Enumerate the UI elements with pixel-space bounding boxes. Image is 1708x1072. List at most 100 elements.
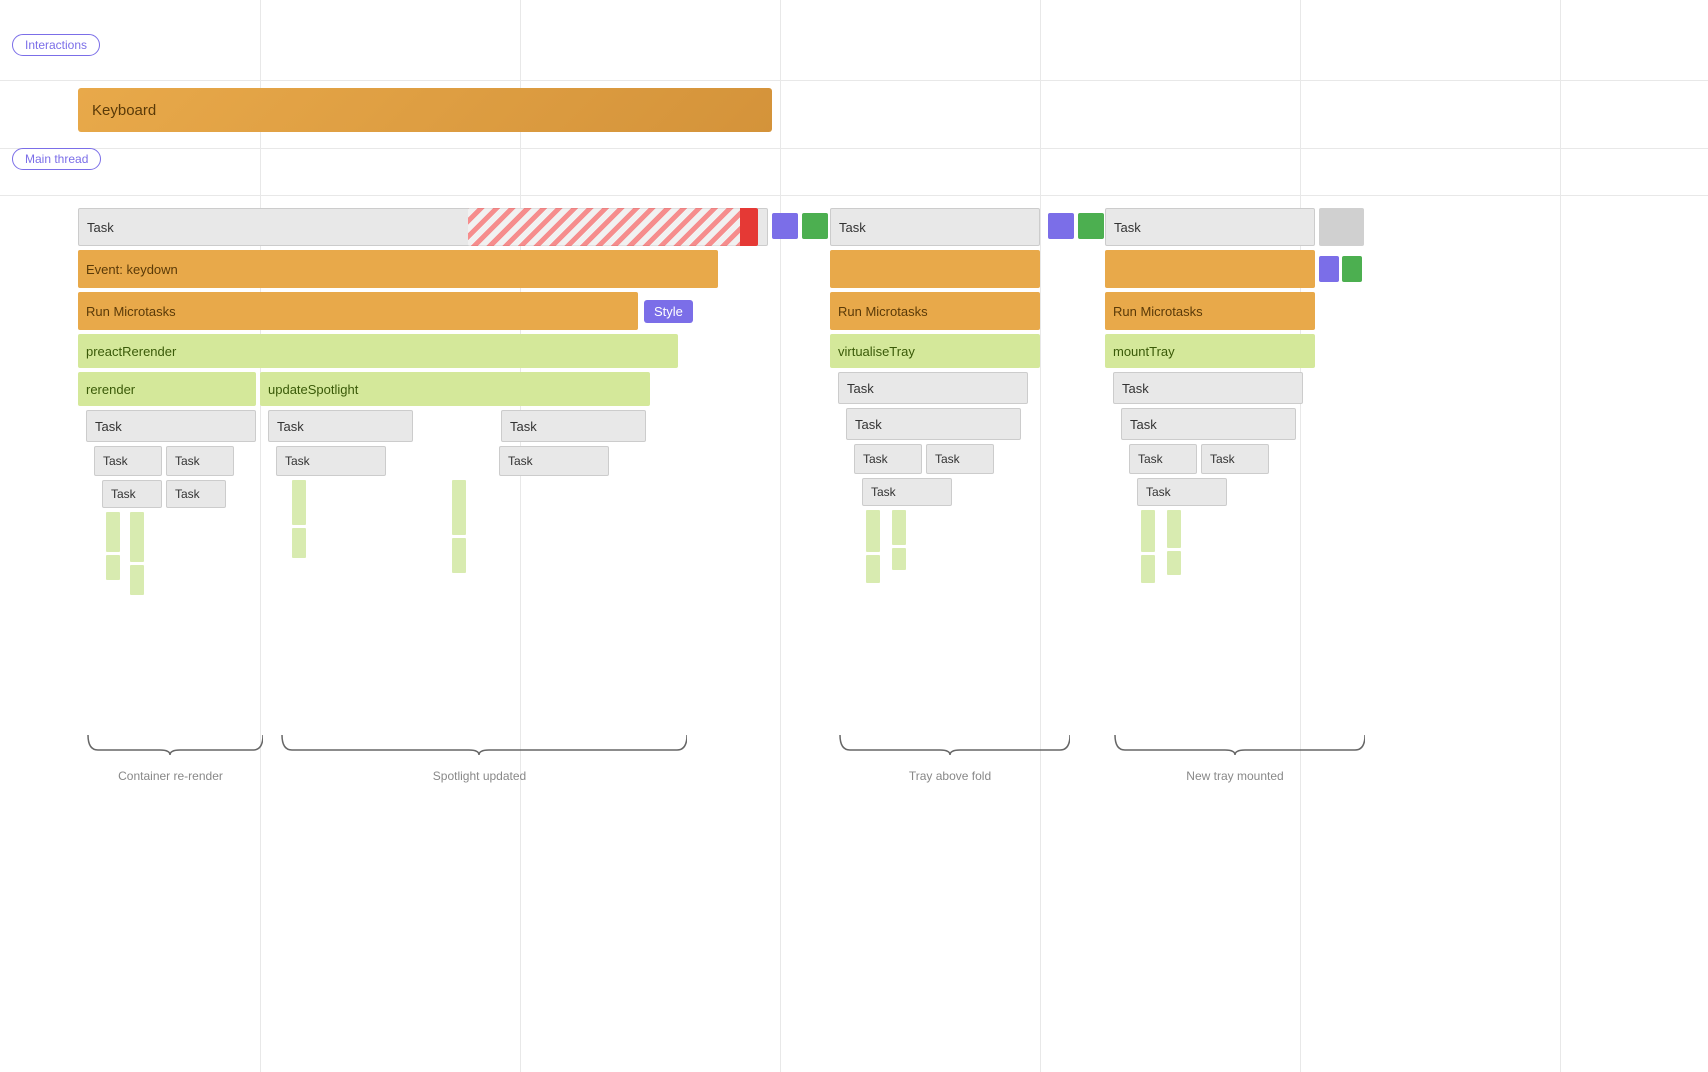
task-virtualise-2: Task	[846, 408, 1021, 440]
red-corner	[740, 208, 758, 246]
mini-bar-3	[130, 512, 144, 562]
brace-container-right2: New tray mounted	[1105, 730, 1365, 783]
mount-tray-block: mountTray	[1105, 334, 1315, 368]
right-section-2: Task Run Microtasks mountTray Task Task …	[1105, 208, 1365, 583]
green-sq-right2	[1342, 256, 1362, 282]
run-microtasks-label-left: Run Microtasks	[86, 304, 176, 319]
rerender-col: rerender Task Task Task Task	[78, 372, 256, 595]
preact-label: preactRerender	[86, 344, 176, 359]
virtualise-tray-block: virtualiseTray	[830, 334, 1040, 368]
spotlight-tasks-row: Task Task	[268, 410, 670, 442]
keyboard-label: Keyboard	[92, 102, 156, 119]
task-m-small-1: Task	[1129, 444, 1197, 474]
rerender-block: rerender	[78, 372, 256, 406]
mini-bar-2	[106, 555, 120, 580]
preact-rerender-block: preactRerender	[78, 334, 678, 368]
spotlight-task-4: Task	[499, 446, 609, 476]
mini-bar-r2-2	[1141, 555, 1155, 583]
task-squares-left	[772, 213, 828, 239]
rerender-row: rerender Task Task Task Task	[78, 372, 768, 595]
update-spotlight-col: updateSpotlight Task Task Task Task	[260, 372, 670, 595]
purple-square-left	[772, 213, 798, 239]
squares-right2	[1319, 256, 1362, 282]
run-microtasks-label-right2: Run Microtasks	[1113, 304, 1203, 319]
mini-bar-r2-1	[1141, 510, 1155, 552]
brace-container-1: Container re-render	[78, 730, 263, 783]
task-row-left: Task	[78, 208, 768, 246]
mount-tray-label: mountTray	[1113, 344, 1175, 359]
task-task-row-2: Task Task	[102, 480, 256, 508]
mini-bar-r1-1	[866, 510, 880, 552]
mini-bar-r1-4	[892, 548, 906, 570]
squares-right1	[1048, 213, 1104, 239]
task-row-right2: Task	[1105, 208, 1365, 246]
task-m-deep: Task	[1137, 478, 1365, 506]
green-square-left	[802, 213, 828, 239]
task-small-1: Task	[94, 446, 162, 476]
task-row-right1: Task	[830, 208, 1070, 246]
brace-label-right1: Tray above fold	[830, 769, 1070, 783]
mini-bar-s1	[292, 480, 306, 525]
event-keydown-block: Event: keydown	[78, 250, 718, 288]
task-mount-2: Task	[1121, 408, 1296, 440]
mini-bars-right2	[1141, 510, 1365, 583]
task-virtualise-1: Task	[838, 372, 1028, 404]
hatch-pattern	[468, 208, 758, 246]
update-spotlight-block: updateSpotlight	[260, 372, 650, 406]
brace-label-1: Container re-render	[78, 769, 263, 783]
green-sq-right1	[1078, 213, 1104, 239]
style-button[interactable]: Style	[644, 300, 693, 323]
rerender-label: rerender	[86, 382, 135, 397]
mini-bars-rerender	[106, 512, 256, 595]
task-label-left: Task	[87, 220, 114, 235]
main-thread-pill[interactable]: Main thread	[12, 148, 101, 170]
task-m-small-2: Task	[1201, 444, 1269, 474]
task-block-right2: Task	[1105, 208, 1315, 246]
mini-bar-r1-3	[892, 510, 906, 545]
brace-label-2: Spotlight updated	[272, 769, 687, 783]
task-mount-1: Task	[1113, 372, 1303, 404]
run-microtasks-left: Run Microtasks	[78, 292, 638, 330]
mini-bar-s2	[292, 528, 306, 558]
task-task-row-right1: Task Task	[854, 444, 1070, 474]
interactions-label: Interactions	[12, 34, 100, 56]
orange-row-right2	[1105, 250, 1365, 288]
task-small-4: Task	[166, 480, 226, 508]
gray-block-right2	[1319, 208, 1364, 246]
keyboard-bar: Keyboard	[78, 88, 772, 132]
mini-bars-spotlight	[284, 480, 670, 573]
task-task-row-1: Task Task	[94, 446, 256, 476]
mini-bar-s4	[452, 538, 466, 573]
mini-bar-1	[106, 512, 120, 552]
task-small-3: Task	[102, 480, 162, 508]
task-v-small-2: Task	[926, 444, 994, 474]
spotlight-task-2: Task	[501, 410, 646, 442]
spotlight-task-3: Task	[276, 446, 386, 476]
task-v-small-1: Task	[854, 444, 922, 474]
run-microtasks-right2: Run Microtasks	[1105, 292, 1315, 330]
task-m-small-3: Task	[1137, 478, 1227, 506]
update-spotlight-label: updateSpotlight	[268, 382, 358, 397]
spotlight-tasks-deep: Task Task	[276, 446, 670, 476]
run-microtasks-label-right1: Run Microtasks	[838, 304, 928, 319]
event-keydown-label: Event: keydown	[86, 262, 178, 277]
main-thread-label: Main thread	[12, 148, 101, 170]
hatch-overlay	[468, 208, 758, 246]
task-rerender-1: Task	[86, 410, 256, 442]
brace-svg-right1	[830, 730, 1070, 760]
mini-bar-s3	[452, 480, 466, 535]
task-task-row-right2: Task Task	[1129, 444, 1365, 474]
mini-bar-r1-2	[866, 555, 880, 583]
purple-sq-right1	[1048, 213, 1074, 239]
task-small-2: Task	[166, 446, 234, 476]
task-v-deep: Task	[862, 478, 1070, 506]
mini-bar-4	[130, 565, 144, 595]
task-block-right1: Task	[830, 208, 1040, 246]
run-microtasks-right1: Run Microtasks	[830, 292, 1040, 330]
spotlight-task-1: Task	[268, 410, 413, 442]
left-section: Task Event: keydown Run Microtasks Style…	[78, 208, 768, 599]
brace-svg-1	[78, 730, 263, 760]
interactions-pill[interactable]: Interactions	[12, 34, 100, 56]
mini-bars-right1	[866, 510, 1070, 583]
brace-svg-2	[272, 730, 687, 760]
